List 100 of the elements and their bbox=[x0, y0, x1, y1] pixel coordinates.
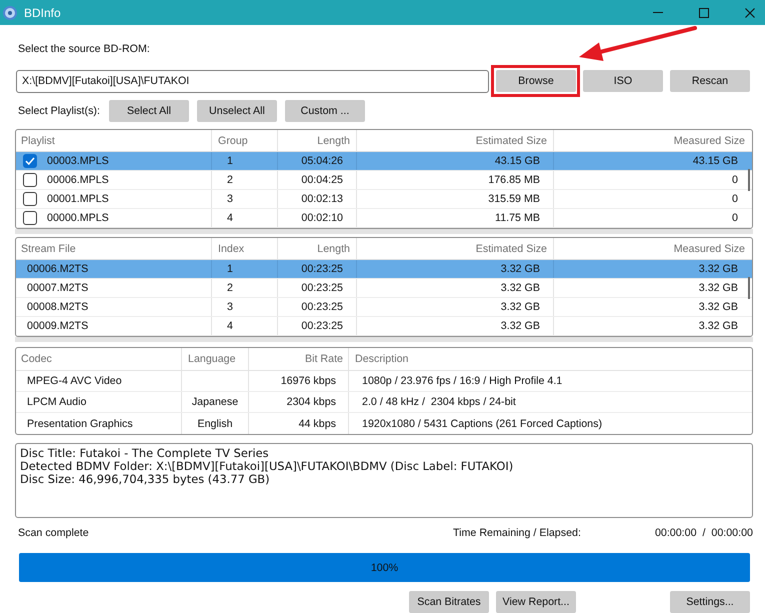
column-header[interactable]: Stream File bbox=[21, 242, 76, 254]
table-cell: 2.0 / 48 kHz / 2304 kbps / 24-bit bbox=[362, 396, 516, 408]
table-cell: 2 bbox=[227, 282, 233, 294]
table-cell: 4 bbox=[227, 212, 233, 224]
table-cell: 2304 kbps bbox=[286, 396, 336, 408]
table-cell: 00003.MPLS bbox=[47, 155, 109, 167]
table-cell: 00007.M2TS bbox=[27, 282, 88, 294]
close-icon bbox=[745, 8, 755, 18]
table-row[interactable]: 00001.MPLS 3 00:02:13 315.59 MB 0 bbox=[16, 190, 752, 209]
table-cell: 00:23:25 bbox=[301, 301, 343, 313]
table-row[interactable]: 00006.MPLS 2 00:04:25 176.85 MB 0 bbox=[16, 171, 752, 190]
table-cell: 00:02:13 bbox=[301, 193, 343, 205]
table-cell: 3.32 GB bbox=[698, 263, 738, 275]
table-cell: 315.59 MB bbox=[488, 193, 540, 205]
table-cell: 43.15 GB bbox=[692, 155, 738, 167]
table-cell: 00006.M2TS bbox=[27, 263, 88, 275]
table-cell: MPEG-4 AVC Video bbox=[27, 375, 122, 387]
table-cell: 05:04:26 bbox=[301, 155, 343, 167]
table-cell: 3.32 GB bbox=[500, 301, 540, 313]
status-text: Scan complete bbox=[18, 527, 90, 539]
column-header[interactable]: Bit Rate bbox=[304, 353, 343, 365]
table-cell: 00:23:25 bbox=[301, 263, 343, 275]
table-cell: Presentation Graphics bbox=[27, 418, 133, 430]
table-cell: 3.32 GB bbox=[698, 282, 738, 294]
table-cell: 1080p / 23.976 fps / 16:9 / High Profile 4.1 bbox=[362, 375, 562, 387]
column-header[interactable]: Length bbox=[317, 134, 350, 146]
action-button[interactable]: Scan Bitrates bbox=[409, 591, 489, 613]
column-header[interactable]: Description bbox=[355, 353, 408, 365]
source-label: Select the source BD-ROM: bbox=[17, 42, 150, 56]
selection-button[interactable]: Unselect All bbox=[196, 100, 277, 122]
table-cell: 3.32 GB bbox=[500, 282, 540, 294]
selection-button[interactable]: Select All bbox=[108, 100, 189, 122]
checkbox[interactable] bbox=[23, 173, 37, 187]
minimize-icon bbox=[653, 12, 663, 13]
table-cell: 00:23:25 bbox=[301, 282, 343, 294]
table-cell: 3 bbox=[227, 301, 233, 313]
table-cell: 11.75 MB bbox=[495, 212, 540, 224]
table-cell: 00008.M2TS bbox=[27, 301, 88, 313]
disc-info-text: Disc Title: Futakoi - The Complete TV Series bbox=[20, 447, 269, 460]
checkbox[interactable] bbox=[23, 154, 37, 168]
checkbox[interactable] bbox=[23, 192, 37, 206]
time-label: Time Remaining / Elapsed: bbox=[453, 527, 581, 539]
table-cell: 43.15 GB bbox=[494, 155, 540, 167]
time-value: 00:00:00 / 00:00:00 bbox=[654, 527, 753, 539]
settings-button[interactable]: Settings... bbox=[670, 591, 750, 613]
table-cell: 3 bbox=[227, 193, 233, 205]
window-title: BDInfo bbox=[24, 6, 62, 20]
maximize-icon bbox=[699, 8, 709, 18]
table-cell: 1920x1080 / 5431 Captions (261 Forced Captions) bbox=[362, 418, 602, 430]
table-cell: 00009.M2TS bbox=[27, 320, 88, 332]
column-header[interactable]: Group bbox=[218, 134, 248, 146]
table-row[interactable]: 00003.MPLS 1 05:04:26 43.15 GB 43.15 GB bbox=[16, 152, 752, 171]
column-header[interactable]: Index bbox=[218, 242, 244, 254]
table-cell: 176.85 MB bbox=[488, 174, 540, 186]
path-field[interactable]: X:\[BDMV][Futakoi][USA]\FUTAKOI bbox=[16, 70, 489, 92]
table-cell: 00006.MPLS bbox=[47, 174, 109, 186]
column-header[interactable]: Length bbox=[317, 242, 350, 254]
column-header[interactable]: Measured Size bbox=[674, 242, 745, 254]
disc-info-field[interactable]: Disc Title: Futakoi - The Complete TV Series Detected BDMV Folder: X:\[BDMV][Futakoi][USA]\FUTAKOI\BDMV (Disc Label: FUTAKOI) Disc Size: 46,996,704,335 bytes (43.77 GB) bbox=[15, 443, 753, 518]
table-cell: 44 kbps bbox=[298, 418, 336, 430]
horizontal-scrollbar[interactable] bbox=[15, 337, 753, 342]
table-row[interactable]: 00007.M2TS 2 00:23:25 3.32 GB 3.32 GB bbox=[16, 279, 752, 298]
table-cell: 00000.MPLS bbox=[47, 212, 109, 224]
table-cell: 16976 kbps bbox=[280, 375, 336, 387]
action-button[interactable]: View Report... bbox=[496, 591, 576, 613]
disc-info-text: Detected BDMV Folder: X:\[BDMV][Futakoi][USA]\FUTAKOI\BDMV (Disc Label: FUTAKOI) bbox=[20, 460, 514, 473]
checkbox[interactable] bbox=[23, 211, 37, 225]
column-header[interactable]: Codec bbox=[21, 353, 52, 365]
table-cell: 3.32 GB bbox=[698, 301, 738, 313]
table-cell: 00001.MPLS bbox=[47, 193, 109, 205]
table-cell: 00:04:25 bbox=[301, 174, 343, 186]
playlist-label: Select Playlist(s): bbox=[17, 104, 100, 116]
table-cell: LPCM Audio bbox=[27, 396, 86, 408]
column-header[interactable]: Estimated Size bbox=[476, 242, 547, 254]
table-row[interactable]: 00000.MPLS 4 00:02:10 11.75 MB 0 bbox=[16, 209, 752, 228]
table-cell: 0 bbox=[732, 174, 738, 186]
disc-icon bbox=[3, 6, 17, 20]
table-cell: 2 bbox=[227, 174, 233, 186]
horizontal-scrollbar[interactable] bbox=[15, 229, 753, 234]
source-button[interactable]: Rescan bbox=[670, 70, 750, 92]
table-cell: 00:02:10 bbox=[301, 212, 343, 224]
column-header[interactable]: Estimated Size bbox=[476, 134, 547, 146]
table-cell: 0 bbox=[732, 212, 738, 224]
scrollbar-thumb[interactable] bbox=[748, 169, 750, 191]
table-row[interactable]: 00008.M2TS 3 00:23:25 3.32 GB 3.32 GB bbox=[16, 298, 752, 317]
column-header[interactable]: Language bbox=[188, 353, 236, 365]
table-cell: 4 bbox=[227, 320, 233, 332]
source-button[interactable]: ISO bbox=[583, 70, 663, 92]
table-cell: 3.32 GB bbox=[698, 320, 738, 332]
source-button[interactable]: Browse bbox=[496, 70, 576, 92]
selection-button[interactable]: Custom ... bbox=[284, 100, 365, 122]
table-cell: 00:23:25 bbox=[301, 320, 343, 332]
table-row[interactable]: 00006.M2TS 1 00:23:25 3.32 GB 3.32 GB bbox=[16, 260, 752, 279]
table-cell: 3.32 GB bbox=[500, 263, 540, 275]
column-header[interactable]: Measured Size bbox=[674, 134, 745, 146]
table-row[interactable]: 00009.M2TS 4 00:23:25 3.32 GB 3.32 GB bbox=[16, 317, 752, 336]
scrollbar-thumb[interactable] bbox=[748, 277, 750, 299]
table-cell: 1 bbox=[227, 263, 233, 275]
column-header[interactable]: Playlist bbox=[21, 134, 55, 146]
table-cell: 3.32 GB bbox=[500, 320, 540, 332]
